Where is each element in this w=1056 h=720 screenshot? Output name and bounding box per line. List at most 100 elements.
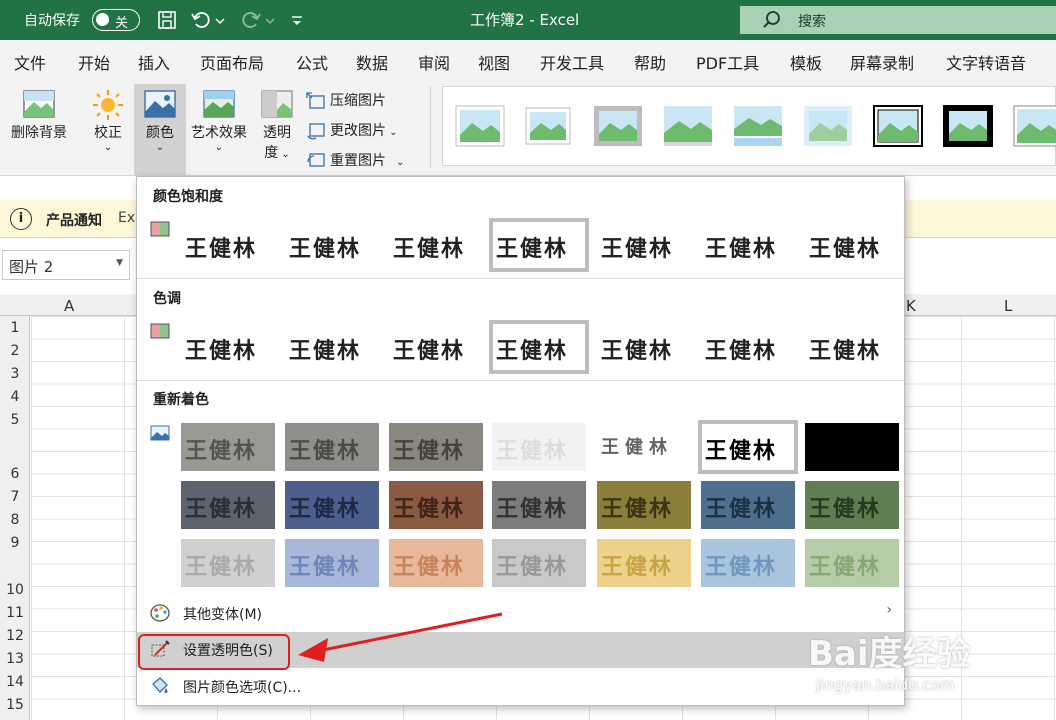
recolor-option[interactable]: 王健林 [181,423,275,471]
row-header[interactable]: 4 [0,389,30,405]
recolor-option[interactable]: 王健林 [701,481,795,529]
row-header[interactable]: 11 [0,605,30,621]
row-header[interactable]: 12 [0,628,30,644]
saturation-option[interactable]: 王健林 [701,221,795,269]
row-header[interactable]: 2 [0,343,30,359]
recolor-option-selected[interactable]: 王健林 [698,420,798,474]
recolor-option[interactable]: 王健林 [597,423,691,471]
recolor-option[interactable]: 王健林 [805,539,899,587]
tone-option[interactable]: 王健林 [181,323,275,371]
tab-text-to-speech[interactable]: 文字转语音 [946,50,1026,74]
tab-developer[interactable]: 开发工具 [540,50,604,74]
corrections-button[interactable]: 校正 ⌄ [86,88,130,168]
recolor-option[interactable]: 王健林 [181,539,275,587]
picture-color-options-item[interactable]: 图片颜色选项(C)... [137,669,904,703]
saturation-option-selected[interactable]: 王健林 [489,218,589,272]
tab-screen-recording[interactable]: 屏幕录制 [850,50,914,74]
transparency-label-line2: 度 [264,145,279,161]
recolor-option[interactable]: 王健林 [389,423,483,471]
remove-background-button[interactable]: 删除背景 [6,88,72,168]
column-header-a[interactable]: A [64,297,74,315]
tab-review[interactable]: 审阅 [418,50,450,74]
tone-option-selected[interactable]: 王健林 [489,320,589,374]
tone-option[interactable]: 王健林 [805,323,899,371]
recolor-option[interactable]: 王健林 [597,539,691,587]
artistic-effects-button[interactable]: 艺术效果 ⌄ [188,88,250,168]
row-header[interactable]: 13 [0,651,30,667]
saturation-option[interactable]: 王健林 [805,221,899,269]
recolor-option[interactable]: 王健林 [805,481,899,529]
picture-style-9[interactable] [1013,105,1056,147]
name-box-value: 图片 2 [9,258,54,276]
row-header[interactable]: 15 [0,697,30,713]
tone-option[interactable]: 王健林 [701,323,795,371]
row-header[interactable]: 6 [0,466,30,482]
picture-style-7[interactable] [873,105,923,147]
row-header[interactable]: 10 [0,582,30,598]
recolor-option[interactable]: 王健林 [389,481,483,529]
redo-icon[interactable] [240,9,262,31]
tab-insert[interactable]: 插入 [138,50,170,74]
picture-style-5[interactable] [733,105,783,147]
recolor-option[interactable]: 王健林 [389,539,483,587]
picture-style-1[interactable] [455,105,505,147]
transparency-button[interactable]: 透明 度 ⌄ [254,88,300,172]
tab-file[interactable]: 文件 [14,50,46,74]
autosave-toggle[interactable]: 关 [92,9,140,31]
picture-style-2[interactable] [523,105,573,147]
row-header[interactable]: 14 [0,674,30,690]
tone-option[interactable]: 王健林 [389,323,483,371]
recolor-option[interactable]: 王健林 [492,481,586,529]
tab-templates[interactable]: 模板 [790,50,822,74]
reset-picture-button[interactable]: 重置图片 ⌄ [306,150,404,170]
row-header[interactable]: 7 [0,489,30,505]
row-header[interactable]: 9 [0,535,30,551]
saturation-option[interactable]: 王健林 [389,221,483,269]
tab-view[interactable]: 视图 [478,50,510,74]
redo-dropdown-icon[interactable] [264,9,276,31]
row-header[interactable]: 3 [0,366,30,382]
tab-pdf-tools[interactable]: PDF工具 [696,50,759,74]
more-variations-label: 其他变体(M) [183,607,263,623]
picture-style-4[interactable] [663,105,713,147]
tab-formulas[interactable]: 公式 [296,50,328,74]
name-box[interactable]: 图片 2 ▼ [2,250,130,280]
recolor-option[interactable]: 王健林 [805,423,899,471]
picture-style-6[interactable] [803,105,853,147]
change-picture-chevron-icon: ⌄ [386,127,398,138]
recolor-option[interactable]: 王健林 [492,423,586,471]
change-picture-button[interactable]: 更改图片 ⌄ [306,120,398,140]
recolor-option[interactable]: 王健林 [285,423,379,471]
column-header-k[interactable]: K [906,297,916,315]
tab-home[interactable]: 开始 [78,50,110,74]
customize-toolbar-icon[interactable] [290,9,304,31]
search-box[interactable]: 搜索 [740,6,1056,34]
color-button[interactable]: 颜色 ⌄ [134,84,186,176]
more-variations-item[interactable]: 其他变体(M) › [137,596,904,630]
recolor-option[interactable]: 王健林 [701,539,795,587]
picture-style-3[interactable] [593,105,643,147]
saturation-option[interactable]: 王健林 [597,221,691,269]
row-header[interactable]: 1 [0,320,30,336]
saturation-option[interactable]: 王健林 [285,221,379,269]
recolor-option[interactable]: 王健林 [285,481,379,529]
name-box-dropdown-icon[interactable]: ▼ [116,258,123,268]
tab-page-layout[interactable]: 页面布局 [200,50,264,74]
tab-help[interactable]: 帮助 [634,50,666,74]
undo-icon[interactable] [190,9,212,31]
recolor-option[interactable]: 王健林 [492,539,586,587]
column-header-l[interactable]: L [1004,297,1012,315]
save-icon[interactable] [156,9,178,31]
recolor-option[interactable]: 王健林 [181,481,275,529]
row-header[interactable]: 5 [0,412,30,428]
row-header[interactable]: 8 [0,512,30,528]
recolor-option[interactable]: 王健林 [285,539,379,587]
recolor-option[interactable]: 王健林 [597,481,691,529]
picture-style-8[interactable] [943,105,993,147]
tab-data[interactable]: 数据 [356,50,388,74]
tone-option[interactable]: 王健林 [285,323,379,371]
undo-dropdown-icon[interactable] [214,9,226,31]
tone-option[interactable]: 王健林 [597,323,691,371]
compress-pictures-button[interactable]: 压缩图片 [306,90,386,110]
saturation-option[interactable]: 王健林 [181,221,275,269]
